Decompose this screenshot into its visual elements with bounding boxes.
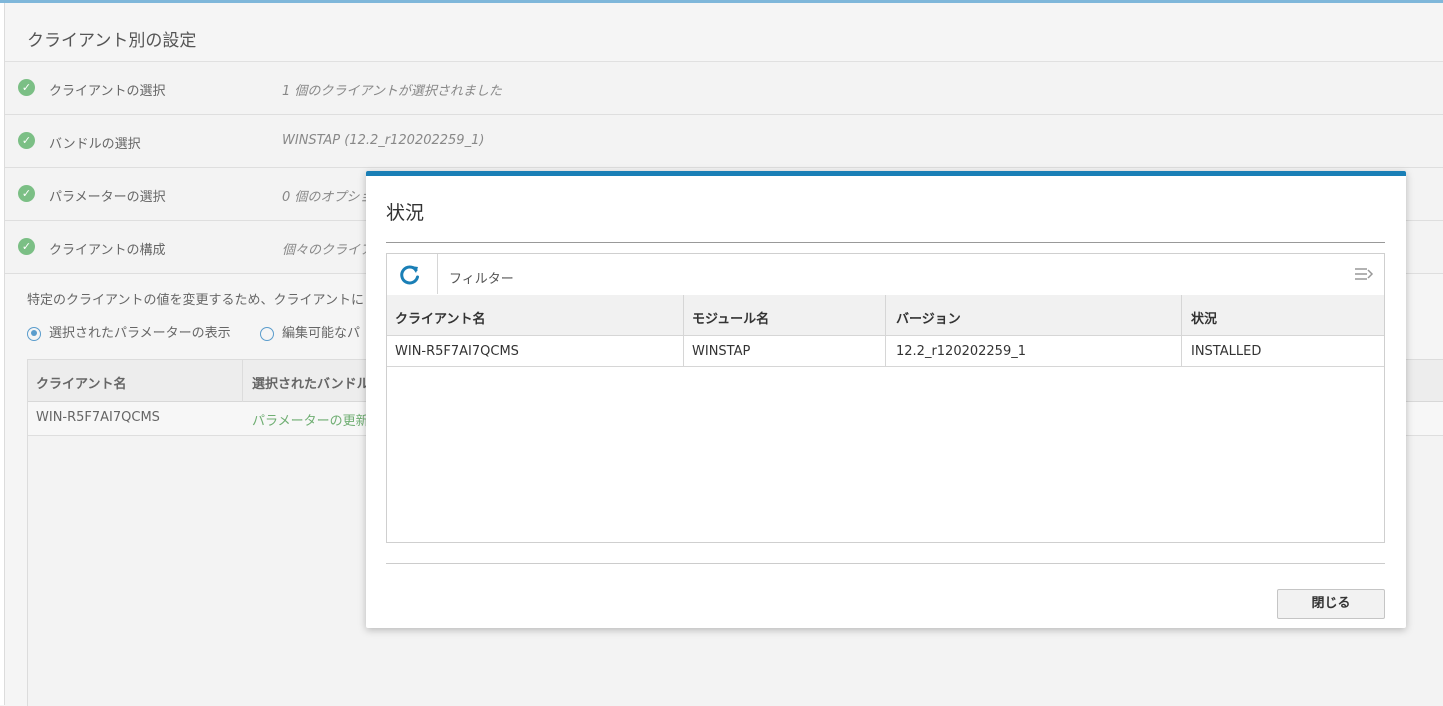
status-cell: INSTALLED <box>1191 344 1262 359</box>
step-value: WINSTAP (12.2_r120202259_1) <box>282 133 485 148</box>
check-circle-icon: ✓ <box>18 185 35 202</box>
step-label: パラメーターの選択 <box>49 190 166 205</box>
close-button[interactable]: 閉じる <box>1277 589 1385 619</box>
column-header-client[interactable]: クライアント名 <box>395 308 485 327</box>
step-label: バンドルの選択 <box>49 137 141 152</box>
column-header-module[interactable]: モジュール名 <box>692 308 769 327</box>
step-value: 0 個のオプショ <box>282 190 373 205</box>
radio-label: 編集可能なパ <box>282 326 361 341</box>
columns-icon[interactable] <box>1354 266 1374 282</box>
column-header[interactable]: クライアント名 <box>36 373 126 392</box>
column-header[interactable]: 選択されたバンドル <box>252 373 370 392</box>
step-client-select[interactable]: ✓ クライアントの選択 1 個のクライアントが選択されました <box>5 62 1443 115</box>
column-header-version[interactable]: バージョン <box>896 308 961 327</box>
version-cell: 12.2_r120202259_1 <box>896 344 1026 359</box>
config-description: 特定のクライアントの値を変更するため、クライアントに <box>27 293 364 308</box>
divider <box>386 563 1385 564</box>
check-circle-icon: ✓ <box>18 79 35 96</box>
status-grid: フィルター クライアント名 モジュール名 バージョン 状況 WIN-R5F7AI… <box>386 253 1385 543</box>
radio-label: 選択されたパラメーターの表示 <box>49 326 231 341</box>
dialog-title: 状況 <box>386 202 425 224</box>
refresh-icon <box>400 265 419 285</box>
divider <box>386 242 1385 243</box>
status-dialog: 状況 フィルター クライアント名 モジュール名 バージョン 状況 WIN-R5F… <box>366 171 1406 628</box>
grid-toolbar: フィルター <box>387 254 1384 296</box>
table-row[interactable]: WIN-R5F7AI7QCMS WINSTAP 12.2_r120202259_… <box>387 336 1384 367</box>
refresh-button[interactable] <box>387 254 438 294</box>
step-bundle-select[interactable]: ✓ バンドルの選択 WINSTAP (12.2_r120202259_1) <box>5 115 1443 168</box>
filter-label[interactable]: フィルター <box>449 268 514 287</box>
module-name-cell: WINSTAP <box>692 344 751 359</box>
client-name-cell: WIN-R5F7AI7QCMS <box>36 410 160 425</box>
update-parameters-link[interactable]: パラメーターの更新 <box>252 410 369 429</box>
radio-unselected-icon[interactable] <box>260 326 274 341</box>
column-header-status[interactable]: 状況 <box>1191 308 1217 327</box>
step-label: クライアントの選択 <box>49 84 166 99</box>
page-header: クライアント別の設定 <box>5 3 1443 62</box>
check-circle-icon: ✓ <box>18 238 35 255</box>
radio-editable-params[interactable]: 編集可能なパ <box>260 322 360 341</box>
client-name-cell: WIN-R5F7AI7QCMS <box>395 344 519 359</box>
radio-selected-icon[interactable] <box>27 326 41 341</box>
step-value: 1 個のクライアントが選択されました <box>282 84 502 99</box>
step-label: クライアントの構成 <box>49 243 166 258</box>
radio-selected-params[interactable]: 選択されたパラメーターの表示 <box>27 322 231 341</box>
step-value: 個々のクライア <box>282 243 374 258</box>
page-title: クライアント別の設定 <box>27 31 197 51</box>
check-circle-icon: ✓ <box>18 132 35 149</box>
